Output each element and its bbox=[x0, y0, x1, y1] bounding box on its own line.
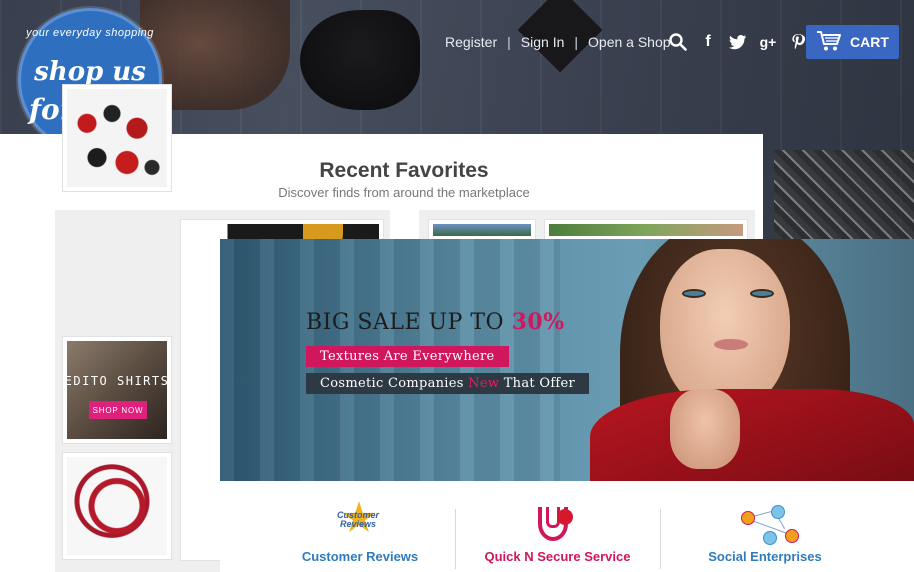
headline-percent: 30% bbox=[511, 309, 565, 335]
feature-label: Social Enterprises bbox=[708, 549, 822, 564]
pinterest-icon[interactable] bbox=[788, 32, 808, 52]
network-icon bbox=[735, 505, 805, 545]
shirts-promo-image bbox=[67, 341, 167, 439]
nav-separator: | bbox=[507, 34, 511, 50]
model-lips bbox=[714, 339, 748, 350]
cart-button[interactable]: CART bbox=[806, 25, 899, 59]
necklace-image bbox=[67, 89, 167, 187]
shop-now-button[interactable]: SHOP NOW bbox=[89, 401, 147, 419]
banner-tag-cosmetic: Cosmetic Companies New That Offer bbox=[306, 373, 590, 394]
badge-text: Customer Reviews bbox=[336, 510, 379, 529]
register-link[interactable]: Register bbox=[445, 34, 497, 50]
logo-tagline: your everyday shopping bbox=[26, 27, 154, 39]
tag2-before: Cosmetic Companies bbox=[320, 376, 469, 391]
open-shop-link[interactable]: Open a Shop bbox=[588, 34, 671, 50]
network-node bbox=[741, 511, 755, 525]
network-node bbox=[771, 505, 785, 519]
model-hand bbox=[670, 389, 740, 469]
feature-label: Quick N Secure Service bbox=[484, 549, 631, 564]
model-eye-right bbox=[750, 289, 774, 298]
search-icon[interactable] bbox=[668, 32, 688, 52]
park-image bbox=[549, 224, 743, 236]
feature-label: Customer Reviews bbox=[301, 549, 419, 564]
top-nav: Register | Sign In | Open a Shop bbox=[445, 34, 671, 50]
facebook-icon[interactable]: f bbox=[698, 32, 718, 52]
header-icons: f g+ bbox=[668, 32, 808, 52]
cart-label: CART bbox=[850, 34, 889, 50]
customer-reviews-badge-icon: Customer Reviews bbox=[332, 501, 384, 545]
shield-dot-icon bbox=[557, 509, 573, 525]
logo-text-line1: shop us bbox=[34, 57, 146, 87]
promo-tile-label: EDITO SHIRTS bbox=[64, 374, 170, 388]
features-bar: Customer Reviews Customer Reviews Quick … bbox=[220, 481, 914, 572]
product-thumb-outdoor[interactable] bbox=[428, 219, 536, 241]
sale-banner[interactable]: BIG SALE UP TO 30% Textures Are Everywhe… bbox=[220, 239, 914, 481]
nav-separator: | bbox=[574, 34, 579, 50]
headline-text: BIG SALE UP TO bbox=[306, 310, 512, 335]
banner-headline: BIG SALE UP TO 30% bbox=[306, 309, 565, 335]
network-node bbox=[763, 531, 777, 545]
network-node bbox=[785, 529, 799, 543]
product-thumb-necklace[interactable] bbox=[62, 84, 172, 192]
sign-in-link[interactable]: Sign In bbox=[521, 34, 565, 50]
bracelet-image bbox=[67, 457, 167, 555]
model-eye-left bbox=[682, 289, 706, 298]
feature-divider bbox=[660, 509, 661, 569]
feature-social-enterprises[interactable]: Social Enterprises bbox=[685, 481, 845, 572]
feature-divider bbox=[455, 509, 456, 569]
twitter-icon[interactable] bbox=[728, 32, 748, 52]
sunglasses-image bbox=[300, 10, 420, 110]
google-plus-icon[interactable]: g+ bbox=[758, 32, 778, 52]
tag2-after: That Offer bbox=[499, 376, 576, 391]
feature-customer-reviews[interactable]: Customer Reviews Customer Reviews bbox=[280, 481, 440, 572]
cart-icon bbox=[816, 30, 842, 55]
product-thumb-bracelet[interactable] bbox=[62, 452, 172, 560]
red-jacket bbox=[590, 389, 914, 481]
banner-tag-textures: Textures Are Everywhere bbox=[306, 346, 509, 367]
feature-secure-service[interactable]: Quick N Secure Service bbox=[475, 481, 640, 572]
tag2-new: New bbox=[468, 376, 500, 391]
product-thumb-shirts[interactable]: EDITO SHIRTS SHOP NOW bbox=[62, 336, 172, 444]
outdoor-image bbox=[433, 224, 531, 236]
product-thumb-park[interactable] bbox=[544, 219, 748, 241]
